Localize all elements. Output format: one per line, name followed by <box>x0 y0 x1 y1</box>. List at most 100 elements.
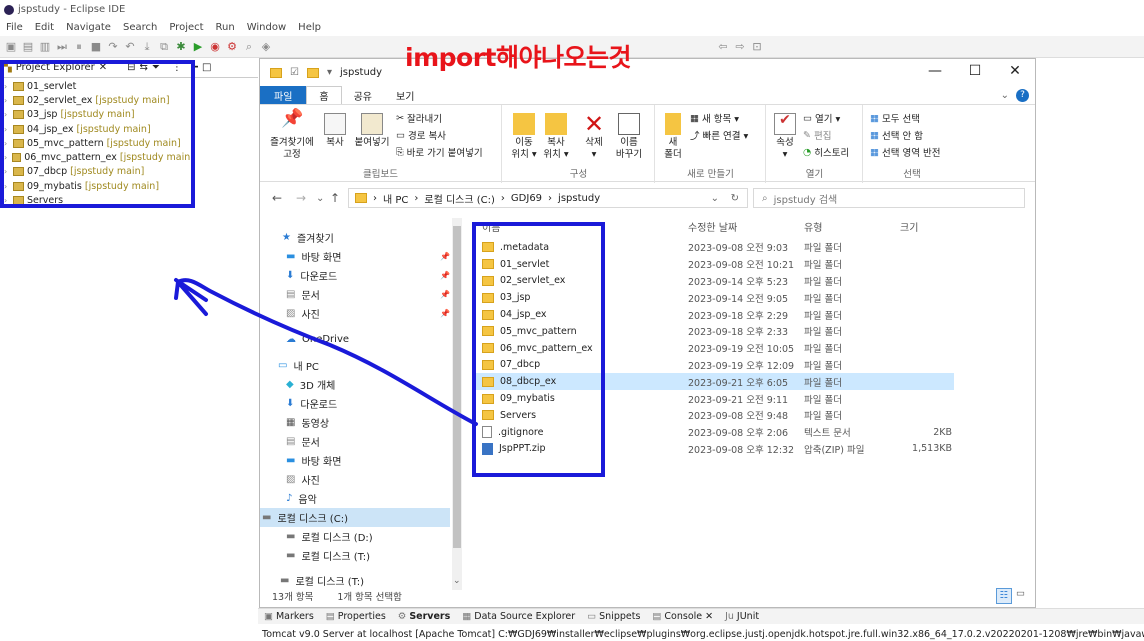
nav-item[interactable]: ♪ 음악 <box>260 489 450 508</box>
nav-item[interactable]: ▬ 로컬 디스크 (T:) <box>260 546 450 565</box>
tab-view[interactable]: 보기 <box>384 86 426 104</box>
filter-icon[interactable]: ⧉ <box>157 40 171 54</box>
nav-scroll-thumb[interactable] <box>453 226 461 548</box>
pause-icon[interactable]: ⏸ <box>72 40 86 54</box>
nav-item[interactable]: ▬ 로컬 디스크 (C:) <box>260 508 450 527</box>
nav-item[interactable]: ▤ 문서 <box>260 432 450 451</box>
back-arrow-icon[interactable]: ← <box>272 191 282 205</box>
nav-item[interactable]: ▤ 문서 📌 <box>260 285 450 304</box>
chevron-down-icon[interactable]: ▾ <box>327 67 332 78</box>
eclipse-tab-properties[interactable]: ▤ Properties <box>326 611 386 622</box>
search-box[interactable]: ⌕ jspstudy 검색 <box>753 188 1025 208</box>
column-date[interactable]: 수정한 날짜 <box>688 219 737 234</box>
step-return-icon[interactable]: ↶ <box>123 40 137 54</box>
rename-button[interactable]: 이름 바꾸기 <box>611 113 647 161</box>
cut-button[interactable]: ✂ 잘라내기 <box>396 111 442 126</box>
menu-item-run[interactable]: Run <box>216 22 235 33</box>
help-icon[interactable]: ? <box>1016 88 1029 102</box>
up-arrow-icon[interactable]: ↑ <box>330 191 340 205</box>
external-tools-icon[interactable]: ⚙ <box>225 40 239 54</box>
breadcrumb-pc[interactable]: 내 PC <box>383 191 408 206</box>
menu-item-window[interactable]: Window <box>247 22 286 33</box>
pin-editor-icon[interactable]: ⊡ <box>750 40 764 54</box>
new-icon[interactable]: ▣ <box>4 40 18 54</box>
nav-item[interactable]: ▬ 바탕 화면 📌 <box>260 247 450 266</box>
copy-to-button[interactable]: 복사 위치 ▾ <box>541 113 571 161</box>
large-icons-view-icon[interactable]: ▭ <box>1016 588 1025 599</box>
run-icon[interactable]: ▶ <box>191 40 205 54</box>
nav-item[interactable]: ▬ 바탕 화면 <box>260 451 450 470</box>
debug-icon[interactable]: ✱ <box>174 40 188 54</box>
step-icon[interactable]: ↷ <box>106 40 120 54</box>
eclipse-tab-servers[interactable]: ⚙ Servers <box>398 611 450 622</box>
paste-shortcut-button[interactable]: ⎘ 바로 가기 붙여넣기 <box>396 145 483 160</box>
stop-icon[interactable]: ■ <box>89 40 103 54</box>
breadcrumb-disk[interactable]: 로컬 디스크 (C:) <box>424 191 495 206</box>
nav-item[interactable]: ▬ 로컬 디스크 (D:) <box>260 527 450 546</box>
menu-item-edit[interactable]: Edit <box>35 22 54 33</box>
maximize-button[interactable]: ☐ <box>955 63 995 79</box>
back-nav-icon[interactable]: ⇦ <box>716 40 730 54</box>
close-button[interactable]: ✕ <box>995 63 1035 79</box>
breadcrumb-gdj69[interactable]: GDJ69 <box>511 193 542 204</box>
tab-share[interactable]: 공유 <box>342 86 384 104</box>
recent-chevron-icon[interactable]: ⌄ <box>316 193 324 204</box>
column-type[interactable]: 유형 <box>804 219 822 234</box>
details-view-icon[interactable]: ☷ <box>996 588 1012 604</box>
maximize-icon[interactable]: □ <box>202 62 211 73</box>
drop-icon[interactable]: ⤓ <box>140 40 154 54</box>
menu-item-project[interactable]: Project <box>169 22 203 33</box>
menu-item-help[interactable]: Help <box>298 22 321 33</box>
skip-icon[interactable]: ⏭ <box>55 40 69 54</box>
address-dropdown-icon[interactable]: ⌄ <box>711 193 719 204</box>
paste-button[interactable]: 붙여넣기 <box>354 113 390 149</box>
eclipse-tab-console[interactable]: ▤ Console ✕ <box>652 611 713 622</box>
properties-quick-icon[interactable]: ☑ <box>290 67 299 78</box>
nav-item[interactable]: ★ 즐겨찾기 <box>260 228 450 247</box>
nav-item[interactable]: ⬇ 다운로드 📌 <box>260 266 450 285</box>
easy-access-button[interactable]: ⤴ 빠른 연결 ▾ <box>690 128 748 142</box>
edit-button[interactable]: ✎ 편집 <box>803 128 831 143</box>
breadcrumb-jspstudy[interactable]: jspstudy <box>558 193 600 204</box>
open-button[interactable]: ▭ 열기 ▾ <box>803 111 840 126</box>
forward-arrow-icon[interactable]: → <box>296 191 306 205</box>
nav-item[interactable]: ▦ 동영상 <box>260 413 450 432</box>
close-icon[interactable]: ✕ <box>705 611 713 622</box>
pin-icon[interactable]: 📌 <box>440 271 450 280</box>
coverage-icon[interactable]: ◉ <box>208 40 222 54</box>
open-type-icon[interactable]: ◈ <box>259 40 273 54</box>
nav-item[interactable]: ▭ 내 PC <box>260 356 450 375</box>
refresh-icon[interactable]: ↻ <box>731 193 739 204</box>
new-item-button[interactable]: ▦ 새 항목 ▾ <box>690 111 739 126</box>
eclipse-tab-junit[interactable]: Ju JUnit <box>725 611 759 622</box>
ribbon-expand-icon[interactable]: ⌄ <box>1001 90 1009 101</box>
tab-file[interactable]: 파일 <box>260 86 307 104</box>
search-toolbar-icon[interactable]: ⌕ <box>242 40 256 54</box>
tab-home[interactable]: 홈 <box>306 86 342 104</box>
delete-button[interactable]: ✕ 삭제 ▾ <box>579 112 609 161</box>
scroll-down-icon[interactable]: ⌄ <box>453 576 461 586</box>
eclipse-tab-snippets[interactable]: ▭ Snippets <box>587 611 640 622</box>
forward-nav-icon[interactable]: ⇨ <box>733 40 747 54</box>
nav-item[interactable]: ▨ 사진 <box>260 470 450 489</box>
nav-item[interactable]: ⬇ 다운로드 <box>260 394 450 413</box>
eclipse-tab-data-source-explorer[interactable]: ▦ Data Source Explorer <box>462 611 575 622</box>
new-folder-quick-icon[interactable] <box>306 67 319 78</box>
properties-button[interactable]: ✔ 속성 ▾ <box>771 113 799 161</box>
menu-item-navigate[interactable]: Navigate <box>66 22 111 33</box>
nav-item[interactable]: ◆ 3D 개체 <box>260 375 450 394</box>
print-icon[interactable]: ▥ <box>38 40 52 54</box>
new-folder-button[interactable]: 새 폴더 <box>660 113 686 161</box>
copy-button[interactable]: 복사 <box>320 113 350 149</box>
nav-item[interactable]: ☁ OneDrive <box>260 330 450 349</box>
pin-icon[interactable]: 📌 <box>440 309 450 318</box>
copy-path-button[interactable]: ▭ 경로 복사 <box>396 128 446 143</box>
pin-icon[interactable]: 📌 <box>440 290 450 299</box>
move-to-button[interactable]: 이동 위치 ▾ <box>509 113 539 161</box>
eclipse-tab-markers[interactable]: ▣ Markers <box>264 611 314 622</box>
menu-item-file[interactable]: File <box>6 22 23 33</box>
nav-item[interactable]: ▨ 사진 📌 <box>260 304 450 323</box>
select-none-button[interactable]: ▦ 선택 안 함 <box>870 128 923 143</box>
save-icon[interactable]: ▤ <box>21 40 35 54</box>
select-all-button[interactable]: ▦ 모두 선택 <box>870 111 920 126</box>
